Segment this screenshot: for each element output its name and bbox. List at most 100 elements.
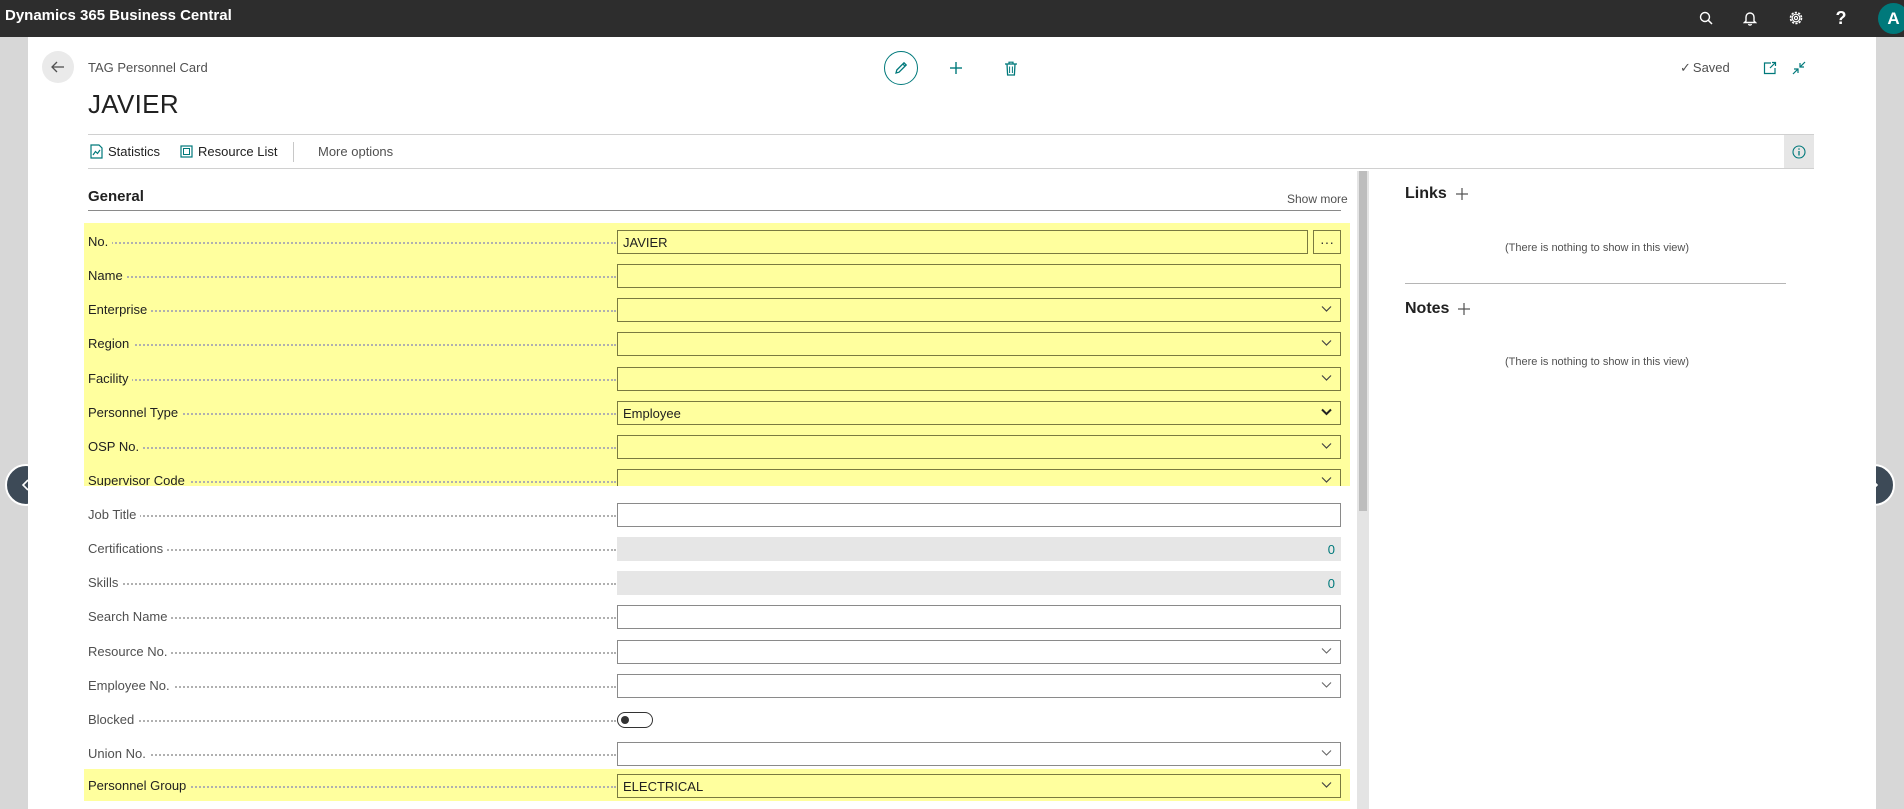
search-name-input[interactable] <box>617 605 1341 629</box>
field-row-union-no: Union No. <box>84 739 1350 767</box>
notes-empty-message: (There is nothing to show in this view) <box>1504 356 1690 368</box>
bell-icon[interactable] <box>1738 6 1762 30</box>
breadcrumb: TAG Personnel Card <box>88 60 208 75</box>
field-row-search-name: Search Name <box>84 602 1350 630</box>
back-button[interactable] <box>42 51 74 83</box>
personnel-type-value: Employee <box>623 406 681 421</box>
employee-no-select[interactable] <box>617 674 1341 698</box>
field-label-union-no: Union No. <box>88 746 150 761</box>
collapse-icon <box>1792 61 1806 75</box>
job-title-input[interactable] <box>617 503 1341 527</box>
field-row-facility: Facility <box>84 364 1350 392</box>
new-button[interactable] <box>945 57 967 79</box>
chevron-down-icon <box>1321 648 1332 654</box>
field-label-job-title: Job Title <box>88 507 141 522</box>
field-row-skills: Skills 0 <box>84 568 1350 596</box>
field-label-region: Region <box>88 336 134 351</box>
list-icon <box>180 145 193 158</box>
field-row-resource-no: Resource No. <box>84 637 1350 665</box>
field-row-personnel-group: Personnel Group ELECTRICAL <box>84 769 1350 801</box>
more-options-action[interactable]: More options <box>318 144 393 159</box>
open-new-window-button[interactable] <box>1759 57 1781 79</box>
statistics-icon <box>90 144 103 159</box>
arrow-left-icon <box>51 61 64 73</box>
field-row-no: No. JAVIER ··· <box>84 227 1350 255</box>
chevron-down-icon <box>1321 408 1332 416</box>
field-label-personnel-group: Personnel Group <box>88 778 191 793</box>
supervisor-code-select[interactable] <box>617 469 1341 486</box>
field-label-no: No. <box>88 234 113 249</box>
gear-icon[interactable] <box>1784 6 1808 30</box>
field-dots <box>88 583 616 585</box>
field-label-skills: Skills <box>88 575 123 590</box>
trash-icon <box>1005 61 1017 76</box>
field-row-certifications: Certifications 0 <box>84 534 1350 562</box>
field-label-resource-no: Resource No. <box>88 644 172 659</box>
facility-select[interactable] <box>617 367 1341 391</box>
chevron-down-icon <box>1321 750 1332 756</box>
field-row-supervisor-code: Supervisor Code <box>84 466 1350 486</box>
factbox-toggle-button[interactable] <box>1784 135 1814 168</box>
field-label-facility: Facility <box>88 371 133 386</box>
chevron-down-icon <box>1321 477 1332 483</box>
field-row-region: Region <box>84 329 1350 357</box>
field-dots <box>88 754 616 756</box>
region-select[interactable] <box>617 332 1341 356</box>
page-title: JAVIER <box>88 89 179 119</box>
resource-list-label: Resource List <box>198 144 278 159</box>
skills-value[interactable]: 0 <box>617 571 1341 595</box>
union-no-select[interactable] <box>617 742 1341 766</box>
chevron-down-icon <box>1321 682 1332 688</box>
field-row-job-title: Job Title <box>84 500 1350 528</box>
collapse-button[interactable] <box>1788 57 1810 79</box>
checkmark-icon: ✓ <box>1680 60 1691 75</box>
field-dots <box>88 720 616 722</box>
field-row-osp-no: OSP No. <box>84 432 1350 460</box>
top-bar: Dynamics 365 Business Central ? A <box>0 0 1904 37</box>
field-dots <box>88 515 616 517</box>
field-row-name: Name <box>84 261 1350 289</box>
osp-no-select[interactable] <box>617 435 1341 459</box>
chevron-down-icon <box>1321 306 1332 312</box>
add-link-icon[interactable] <box>1455 187 1469 201</box>
links-empty-message: (There is nothing to show in this view) <box>1504 242 1690 254</box>
personnel-group-select[interactable]: ELECTRICAL <box>617 774 1341 798</box>
no-input[interactable]: JAVIER <box>617 230 1308 254</box>
avatar[interactable]: A <box>1878 3 1904 34</box>
certifications-value[interactable]: 0 <box>617 537 1341 561</box>
notes-title-label: Notes <box>1405 300 1450 317</box>
scrollbar-thumb[interactable] <box>1359 171 1367 511</box>
saved-label: Saved <box>1692 60 1730 75</box>
action-bar: Statistics Resource List More options <box>88 134 1814 169</box>
notes-title: Notes <box>1405 300 1471 318</box>
app-title[interactable]: Dynamics 365 Business Central <box>5 7 232 24</box>
statistics-action[interactable]: Statistics <box>90 144 160 159</box>
field-dots <box>88 549 616 551</box>
factbox-divider <box>1405 283 1786 284</box>
action-separator <box>293 142 294 162</box>
personnel-type-select[interactable]: Employee <box>617 401 1341 425</box>
info-icon <box>1792 144 1806 159</box>
blocked-toggle[interactable] <box>617 712 653 728</box>
enterprise-select[interactable] <box>617 298 1341 322</box>
delete-button[interactable] <box>1000 57 1022 79</box>
field-dots <box>88 310 616 312</box>
resource-list-action[interactable]: Resource List <box>180 144 277 159</box>
resource-no-select[interactable] <box>617 640 1341 664</box>
links-title: Links <box>1405 185 1469 203</box>
add-note-icon[interactable] <box>1457 302 1471 316</box>
statistics-label: Statistics <box>108 144 161 159</box>
field-label-search-name: Search Name <box>88 609 172 624</box>
assist-edit-button[interactable]: ··· <box>1313 230 1341 254</box>
chevron-down-icon <box>1321 340 1332 346</box>
field-label-certifications: Certifications <box>88 541 168 556</box>
help-icon[interactable]: ? <box>1829 6 1853 30</box>
show-more-link[interactable]: Show more <box>1287 192 1348 206</box>
search-icon[interactable] <box>1694 6 1718 30</box>
name-input[interactable] <box>617 264 1341 288</box>
field-dots <box>88 447 616 449</box>
field-label-name: Name <box>88 268 127 283</box>
edit-button[interactable] <box>884 51 918 85</box>
section-title-general: General <box>88 188 144 205</box>
field-dots <box>88 344 616 346</box>
